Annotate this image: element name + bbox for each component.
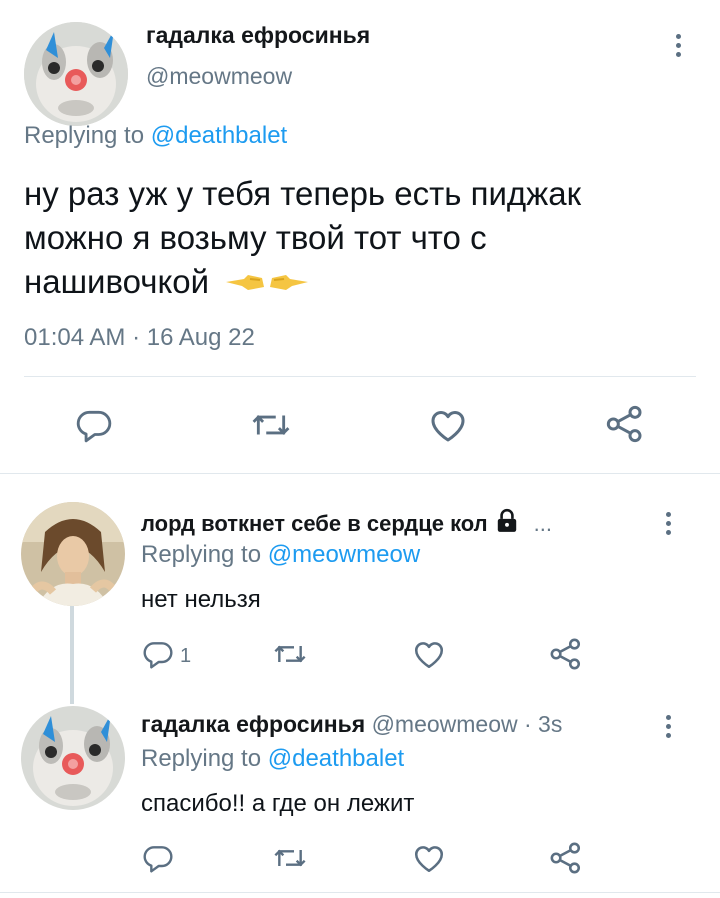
share-icon[interactable]: [605, 404, 645, 444]
reply-icon[interactable]: [142, 842, 174, 874]
more-options-icon[interactable]: [663, 715, 673, 738]
retweet-icon[interactable]: [272, 638, 308, 670]
replying-to-prefix: Replying to: [141, 541, 262, 568]
share-icon[interactable]: [549, 637, 583, 671]
replying-to-prefix: Replying to: [24, 122, 145, 149]
reply-author-line: гадалка ефросинья @meowmeow · 3s: [141, 711, 562, 738]
replying-to-link[interactable]: @deathbalet: [268, 745, 404, 772]
avatar-cat[interactable]: [21, 706, 125, 810]
author-handle[interactable]: @meowmeow: [146, 63, 292, 90]
like-icon[interactable]: [412, 842, 446, 874]
reply-author-display-name[interactable]: гадалка ефросинья: [141, 711, 365, 737]
author-display-name[interactable]: гадалка ефросинья: [146, 22, 370, 49]
reply-icon[interactable]: [142, 638, 174, 670]
avatar-lord[interactable]: [21, 502, 125, 606]
thread-line: [70, 606, 74, 704]
replying-to-line: Replying to @deathbalet: [24, 122, 287, 150]
avatar-cat[interactable]: [24, 22, 128, 126]
divider: [0, 892, 720, 893]
like-icon[interactable]: [428, 406, 468, 444]
retweet-icon[interactable]: [272, 842, 308, 874]
reply-icon[interactable]: [75, 406, 113, 444]
tweet-timestamp[interactable]: 01:04 AM · 16 Aug 22: [24, 324, 255, 352]
replying-to-line: Replying to @meowmeow: [141, 541, 420, 569]
tweet-text: ну раз уж у тебя теперь есть пиджак можн…: [24, 172, 581, 306]
lock-icon: [494, 508, 520, 540]
cat-avatar-image: [24, 22, 128, 126]
pointing-fingers-emoji: [224, 262, 310, 306]
cat-avatar-image: [21, 706, 125, 810]
tweet-text-line: ну раз уж у тебя теперь есть пиджак: [24, 175, 582, 212]
replying-to-link[interactable]: @deathbalet: [151, 122, 287, 149]
tweet-text-line: можно я возьму твой тот что с: [24, 219, 487, 256]
tweet-text-line: нашивочкой: [24, 263, 210, 300]
reply-handle-time[interactable]: @meowmeow · 3s: [372, 711, 563, 737]
replying-to-line: Replying to @deathbalet: [141, 745, 404, 773]
like-icon[interactable]: [412, 638, 446, 670]
person-avatar-image: [21, 502, 125, 606]
retweet-icon[interactable]: [250, 406, 292, 444]
reply-text: нет нельзя: [141, 586, 261, 613]
share-icon[interactable]: [549, 841, 583, 875]
replying-to-link[interactable]: @meowmeow: [268, 541, 420, 568]
divider: [0, 473, 720, 474]
reply-author-line: лорд воткнет себе в сердце кол ...: [141, 508, 552, 540]
reply-text: спасибо!! а где он лежит: [141, 790, 415, 817]
divider: [24, 376, 696, 377]
replying-to-prefix: Replying to: [141, 745, 262, 772]
reply-author-display-name[interactable]: лорд воткнет себе в сердце кол: [141, 511, 488, 537]
more-options-icon[interactable]: [663, 512, 673, 535]
more-options-icon[interactable]: [673, 34, 683, 57]
name-truncation-ellipsis: ...: [533, 511, 553, 536]
reply-count: 1: [180, 645, 192, 667]
